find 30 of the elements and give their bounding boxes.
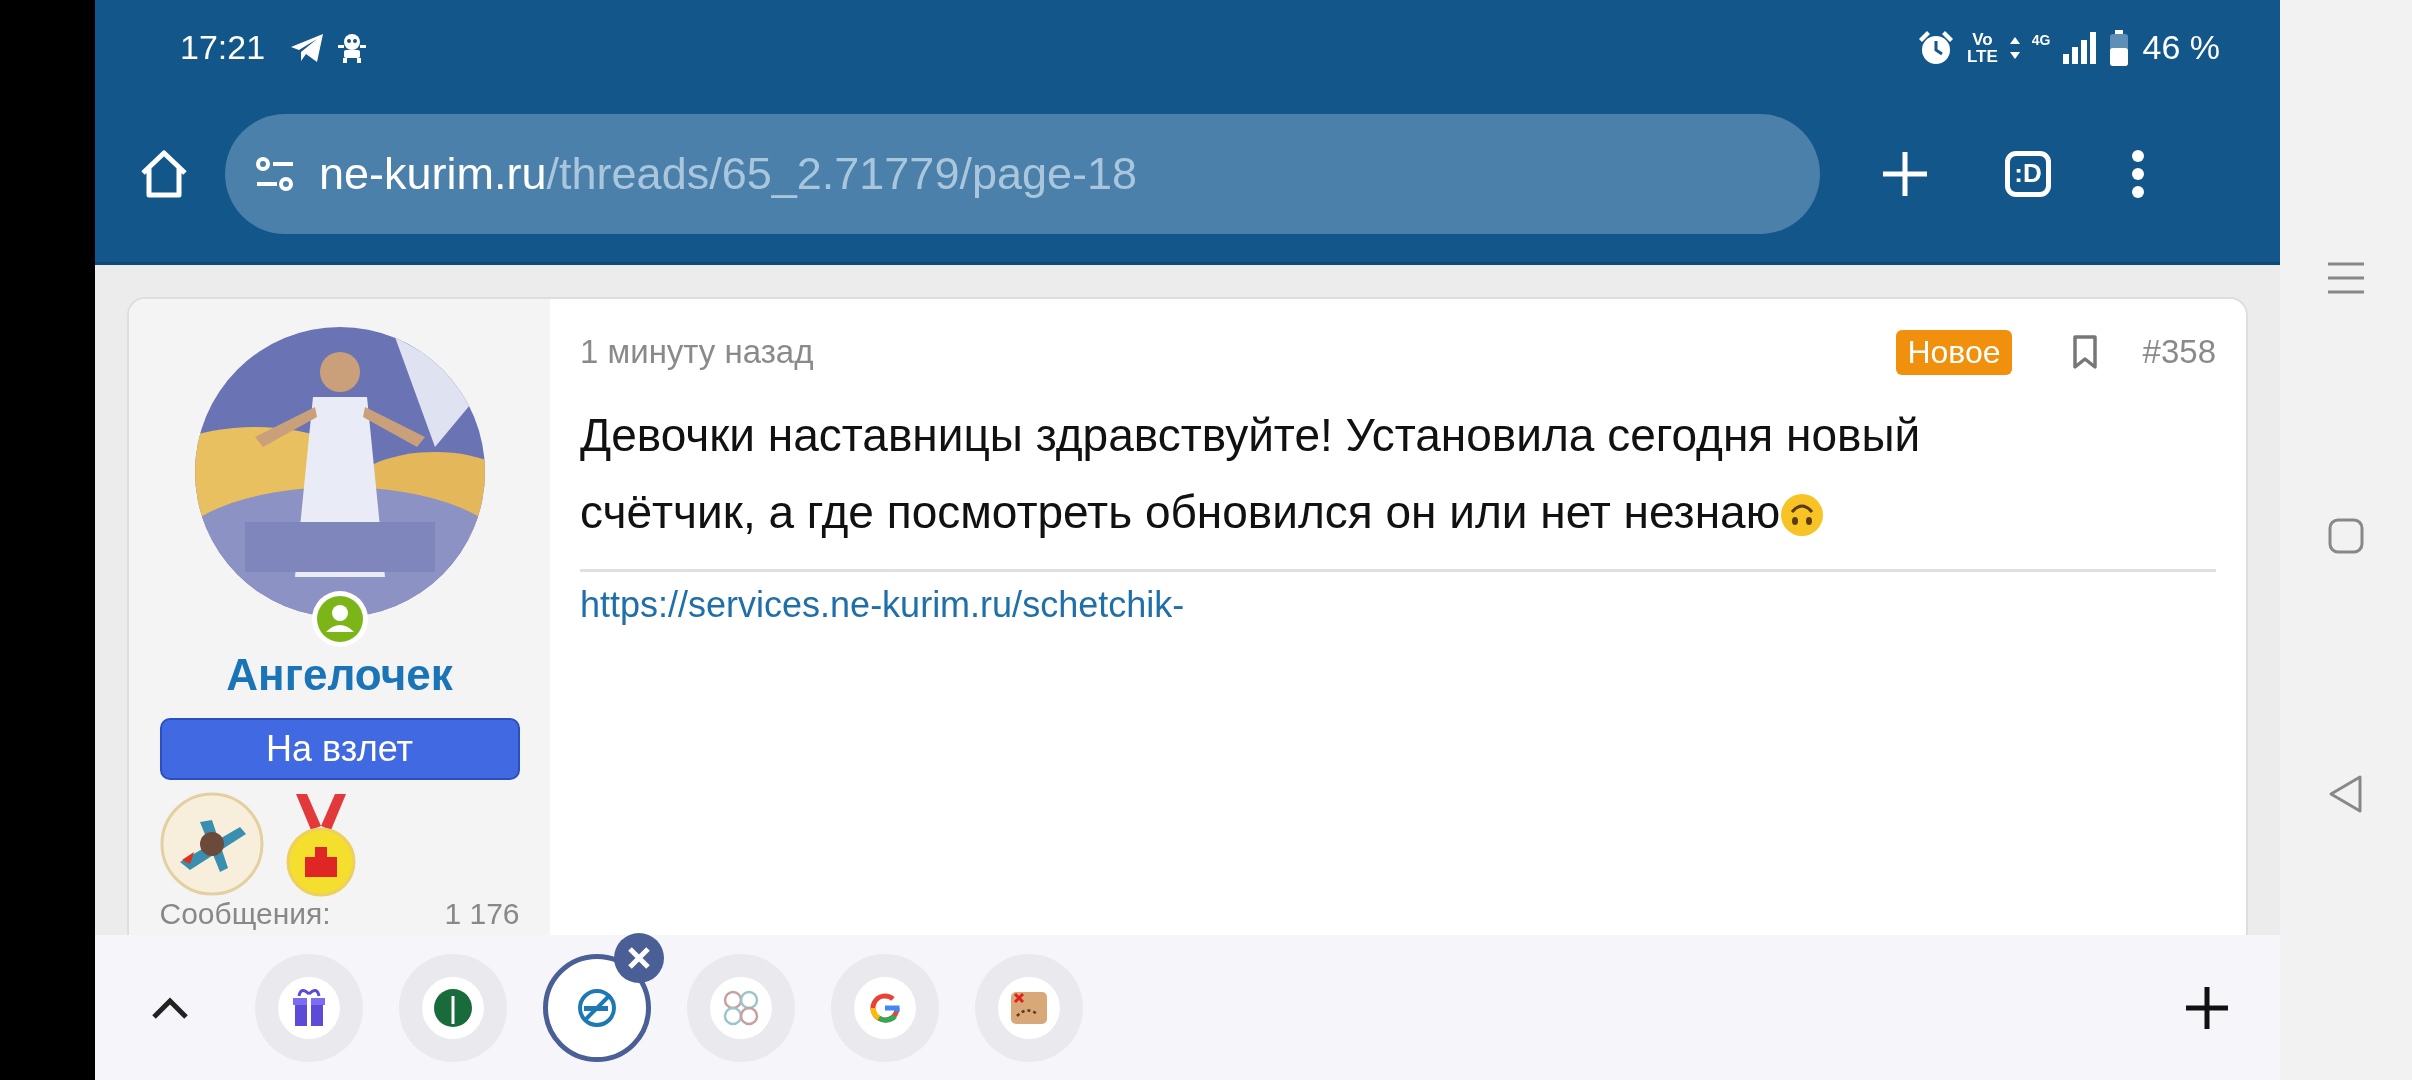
home-button-icon[interactable]: [2328, 518, 2364, 554]
battery-percent: 46 %: [2142, 28, 2220, 67]
upside-down-smiley-icon: [1780, 493, 1825, 537]
address-bar[interactable]: ne-kurim.ru/threads/65_2.71779/page-18: [225, 113, 1820, 234]
new-badge: Новое: [1896, 329, 2012, 375]
post-number-link[interactable]: #358: [2142, 333, 2216, 371]
data-arrows-icon: [2009, 36, 2020, 59]
link[interactable]: https://services.ne-kurim.ru/schetchik-: [580, 584, 1185, 625]
volte-label: Vo: [1971, 30, 1994, 48]
stat-value: 1 176: [444, 897, 520, 931]
signal-icon: [2062, 31, 2097, 64]
site-settings-icon: [255, 154, 295, 193]
clock-time: 17:21: [180, 28, 266, 67]
bookmark-icon[interactable]: [2071, 334, 2098, 370]
post-text: Девочки наставницы здравствуйте! Установила сегодня новый счётчик, а где посмотреть обновился он или нет незнаю: [580, 409, 1921, 538]
battery-icon: [2108, 29, 2129, 66]
stat-label: Сообщения:: [159, 897, 331, 931]
post-time: 1 минуту назад: [580, 333, 814, 371]
username-link[interactable]: Ангелочек: [226, 649, 453, 701]
network-type: 4G: [2031, 32, 2051, 48]
add-tab-icon[interactable]: [2184, 984, 2230, 1031]
tab-switcher-button[interactable]: :D: [2005, 150, 2051, 197]
airplane-award-icon: [159, 792, 265, 897]
volte-label: LTE: [1966, 47, 1998, 65]
url-text: ne-kurim.ru/threads/65_2.71779/page-18: [319, 147, 1138, 200]
more-menu-icon[interactable]: [2131, 148, 2145, 199]
back-icon[interactable]: [2328, 774, 2364, 814]
close-icon[interactable]: [613, 931, 665, 984]
telegram-icon: [289, 31, 326, 64]
user-rank-badge: На взлет: [159, 718, 520, 780]
